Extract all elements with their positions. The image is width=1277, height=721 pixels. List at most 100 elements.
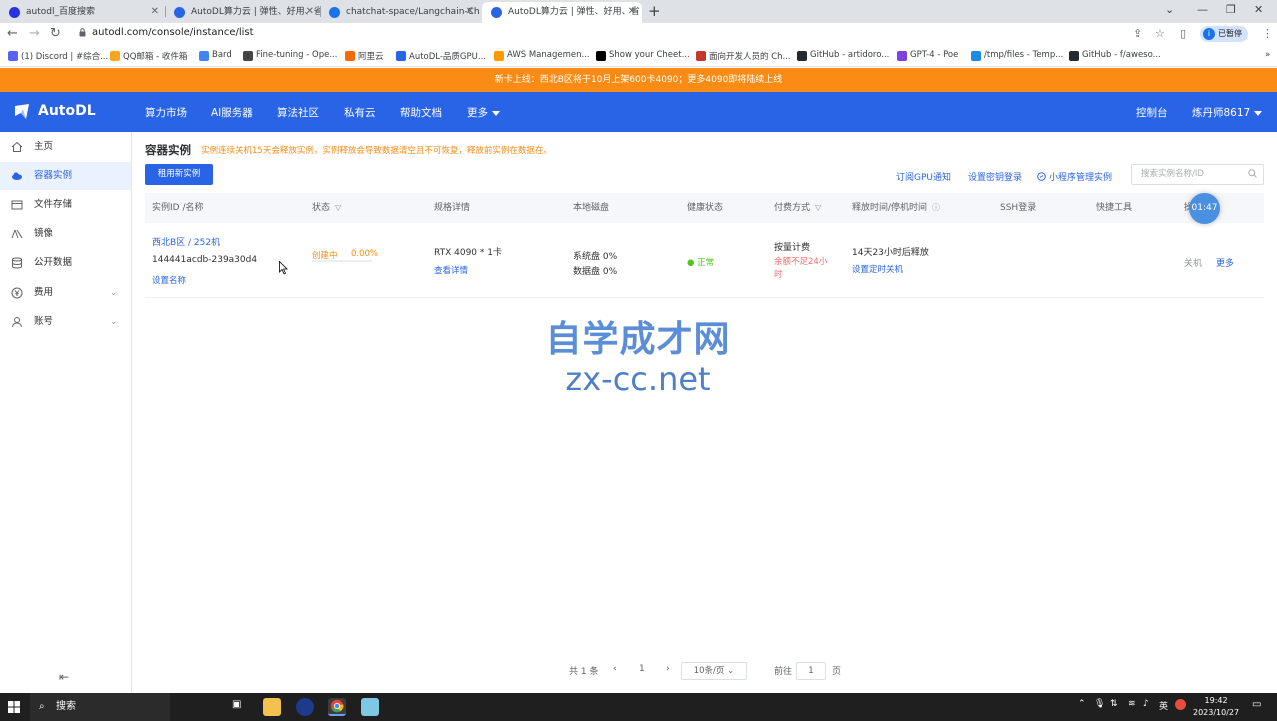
bookmark-item[interactable]: GitHub - artidoro... [797,50,889,61]
notice-banner[interactable]: 新卡上线：西北B区将于10月上架600卡4090；更多4090即将陆续上线 [0,68,1277,92]
page-number[interactable]: 1 [639,664,645,674]
filter-icon[interactable]: ▽ [815,193,821,223]
nav-algorithm-community[interactable]: 算法社区 [277,105,319,120]
notification-icon[interactable]: ▭ [1252,699,1261,710]
close-icon[interactable]: ✕ [151,2,159,22]
sidebar-item-label: 公开数据 [34,257,73,268]
browser-tab-autodl-1[interactable]: AutoDL算力云 | 弹性、好用、省 ✕ [165,2,320,23]
recording-timer: 01:47 [1189,193,1220,224]
nav-help-docs[interactable]: 帮助文档 [400,105,442,120]
nav-compute-market[interactable]: 算力市场 [145,105,187,120]
bookmark-item[interactable]: 阿里云 [345,50,384,62]
col-billing[interactable]: 付费方式 ▽ [774,193,821,223]
nav-private-cloud[interactable]: 私有云 [344,105,376,120]
nav-more[interactable]: 更多 [467,105,500,120]
new-tab-button[interactable]: + [648,2,661,20]
tab-search-icon[interactable]: ⌄ [1165,2,1174,18]
sidebar-item-images[interactable]: 镜像 [0,220,131,248]
input-language[interactable]: 英 [1159,699,1168,712]
security-icon[interactable] [1175,699,1186,710]
ssh-key-login-link[interactable]: 设置密钥登录 [968,170,1022,183]
search-icon[interactable] [1248,169,1257,178]
page-size-select[interactable]: 10条/页 ⌄ [681,662,747,680]
speaker-icon[interactable]: ♪ [1143,699,1149,709]
bookmark-item[interactable]: GitHub - f/aweso... [1069,50,1161,61]
filter-icon[interactable]: ▽ [335,193,341,223]
notepad-icon[interactable] [361,698,379,716]
back-icon[interactable]: ← [7,25,18,43]
mini-program-link[interactable]: 小程序管理实例 [1037,170,1112,183]
bookmark-item[interactable]: GPT-4 - Poe [897,50,958,61]
bookmark-label: (1) Discord | #综合... [21,52,109,62]
taskbar-search[interactable]: ⌕ 搜索 [30,693,170,721]
file-explorer-icon[interactable] [263,698,281,716]
instance-search-input[interactable]: 搜索实例名称/ID [1131,164,1264,185]
set-name-link[interactable]: 设置名称 [152,274,186,286]
help-icon[interactable]: ⓘ [932,193,940,223]
minimize-icon[interactable]: — [1197,2,1208,18]
bookmark-item[interactable]: QQ邮箱 - 收件箱 [110,50,187,62]
goto-page-input[interactable]: 1 [796,662,826,680]
microphone-icon[interactable]: 🎙 [1094,699,1105,709]
side-panel-icon[interactable]: ▯ [1180,27,1186,40]
instance-region-link[interactable]: 西北B区 / 252机 [152,235,220,248]
chrome-icon[interactable] [328,698,346,716]
close-icon[interactable]: ✕ [628,2,636,22]
forward-icon[interactable]: → [29,25,40,43]
more-bookmarks-button[interactable]: » [1252,50,1270,60]
close-icon[interactable]: ✕ [306,2,314,22]
bookmark-item[interactable]: AutoDL-品质GPU... [396,50,486,62]
wifi-icon[interactable]: ≋ [1128,699,1136,709]
bookmark-item[interactable]: Show your Cheet... [596,50,690,61]
profile-button[interactable]: i 已暂停 [1200,26,1248,42]
close-icon[interactable]: ✕ [466,2,474,22]
close-window-icon[interactable]: ✕ [1254,2,1263,18]
chevron-up-icon[interactable]: ⌃ [1078,699,1086,709]
prev-page-button[interactable]: ‹ [613,664,617,674]
browser-tab-github[interactable]: chatchat-space/Langchain-Ch ✕ [320,2,480,23]
clock-time: 19:42 [1204,696,1228,705]
rent-new-instance-button[interactable]: 租用新实例 [145,164,213,185]
sidebar-item-file-storage[interactable]: 文件存储 [0,191,131,219]
username: 炼丹师8617 [1192,107,1251,119]
bookmark-item[interactable]: Fine-tuning - Ope... [243,50,337,61]
nav-console[interactable]: 控制台 [1136,105,1168,120]
share-icon[interactable]: ⇪ [1133,27,1142,40]
collapse-sidebar-icon[interactable]: ⇤ [59,670,69,684]
bookmark-item[interactable]: (1) Discord | #综合... [8,50,108,62]
user-icon [12,317,22,328]
sidebar-item-billing[interactable]: 费用 ⌄ [0,279,131,307]
col-release-time: 释放时间/停机时间 ⓘ [852,193,940,223]
sidebar-item-container-instances[interactable]: 容器实例 [0,162,131,190]
url-input[interactable]: autodl.com/console/instance/list [92,27,254,38]
shutdown-button[interactable]: 关机 [1184,256,1202,269]
browser-tab-baidu[interactable]: autodl_百度搜索 ✕ [0,2,165,23]
next-page-button[interactable]: › [666,664,670,674]
user-menu[interactable]: 炼丹师8617 [1192,105,1263,120]
sidebar-item-public-data[interactable]: 公开数据 [0,249,131,277]
taskbar-clock[interactable]: 19:42 2023/10/27 [1193,695,1239,719]
app-icon[interactable] [296,698,314,716]
col-status[interactable]: 状态 ▽ [312,193,341,223]
bookmarks-bar: (1) Discord | #综合... QQ邮箱 - 收件箱 Bard Fine-t… [0,45,1277,67]
spec-detail-link[interactable]: 查看详情 [434,264,468,276]
subscribe-gpu-notice-link[interactable]: 订阅GPU通知 [896,170,951,183]
nav-ai-server[interactable]: AI服务器 [211,105,253,120]
bookmark-star-icon[interactable]: ☆ [1155,27,1165,40]
task-view-icon[interactable]: ▣ [232,699,241,710]
reload-icon[interactable]: ↻ [50,25,61,43]
restore-icon[interactable]: ❐ [1226,2,1236,18]
windows-start-icon[interactable] [8,701,20,713]
bookmark-item[interactable]: 面向开发人员的 Ch... [696,50,791,62]
tab-title: AutoDL算力云 | 弹性、好用、省 [191,7,320,17]
menu-kebab-icon[interactable]: ⋮ [1262,27,1273,40]
browser-tab-autodl-active[interactable]: AutoDL算力云 | 弹性、好用、省 ✕ [482,2,642,23]
set-shutdown-timer-link[interactable]: 设置定时关机 [852,263,903,275]
bookmark-item[interactable]: AWS Managemen... [494,50,590,61]
more-actions-button[interactable]: 更多 [1216,256,1234,269]
sidebar-item-account[interactable]: 账号 ⌄ [0,308,131,336]
sidebar-item-home[interactable]: 主页 [0,133,131,161]
network-icon[interactable]: ⇅ [1110,699,1118,709]
bookmark-item[interactable]: Bard [199,50,232,61]
bookmark-item[interactable]: /tmp/files - Temp... [971,50,1063,61]
